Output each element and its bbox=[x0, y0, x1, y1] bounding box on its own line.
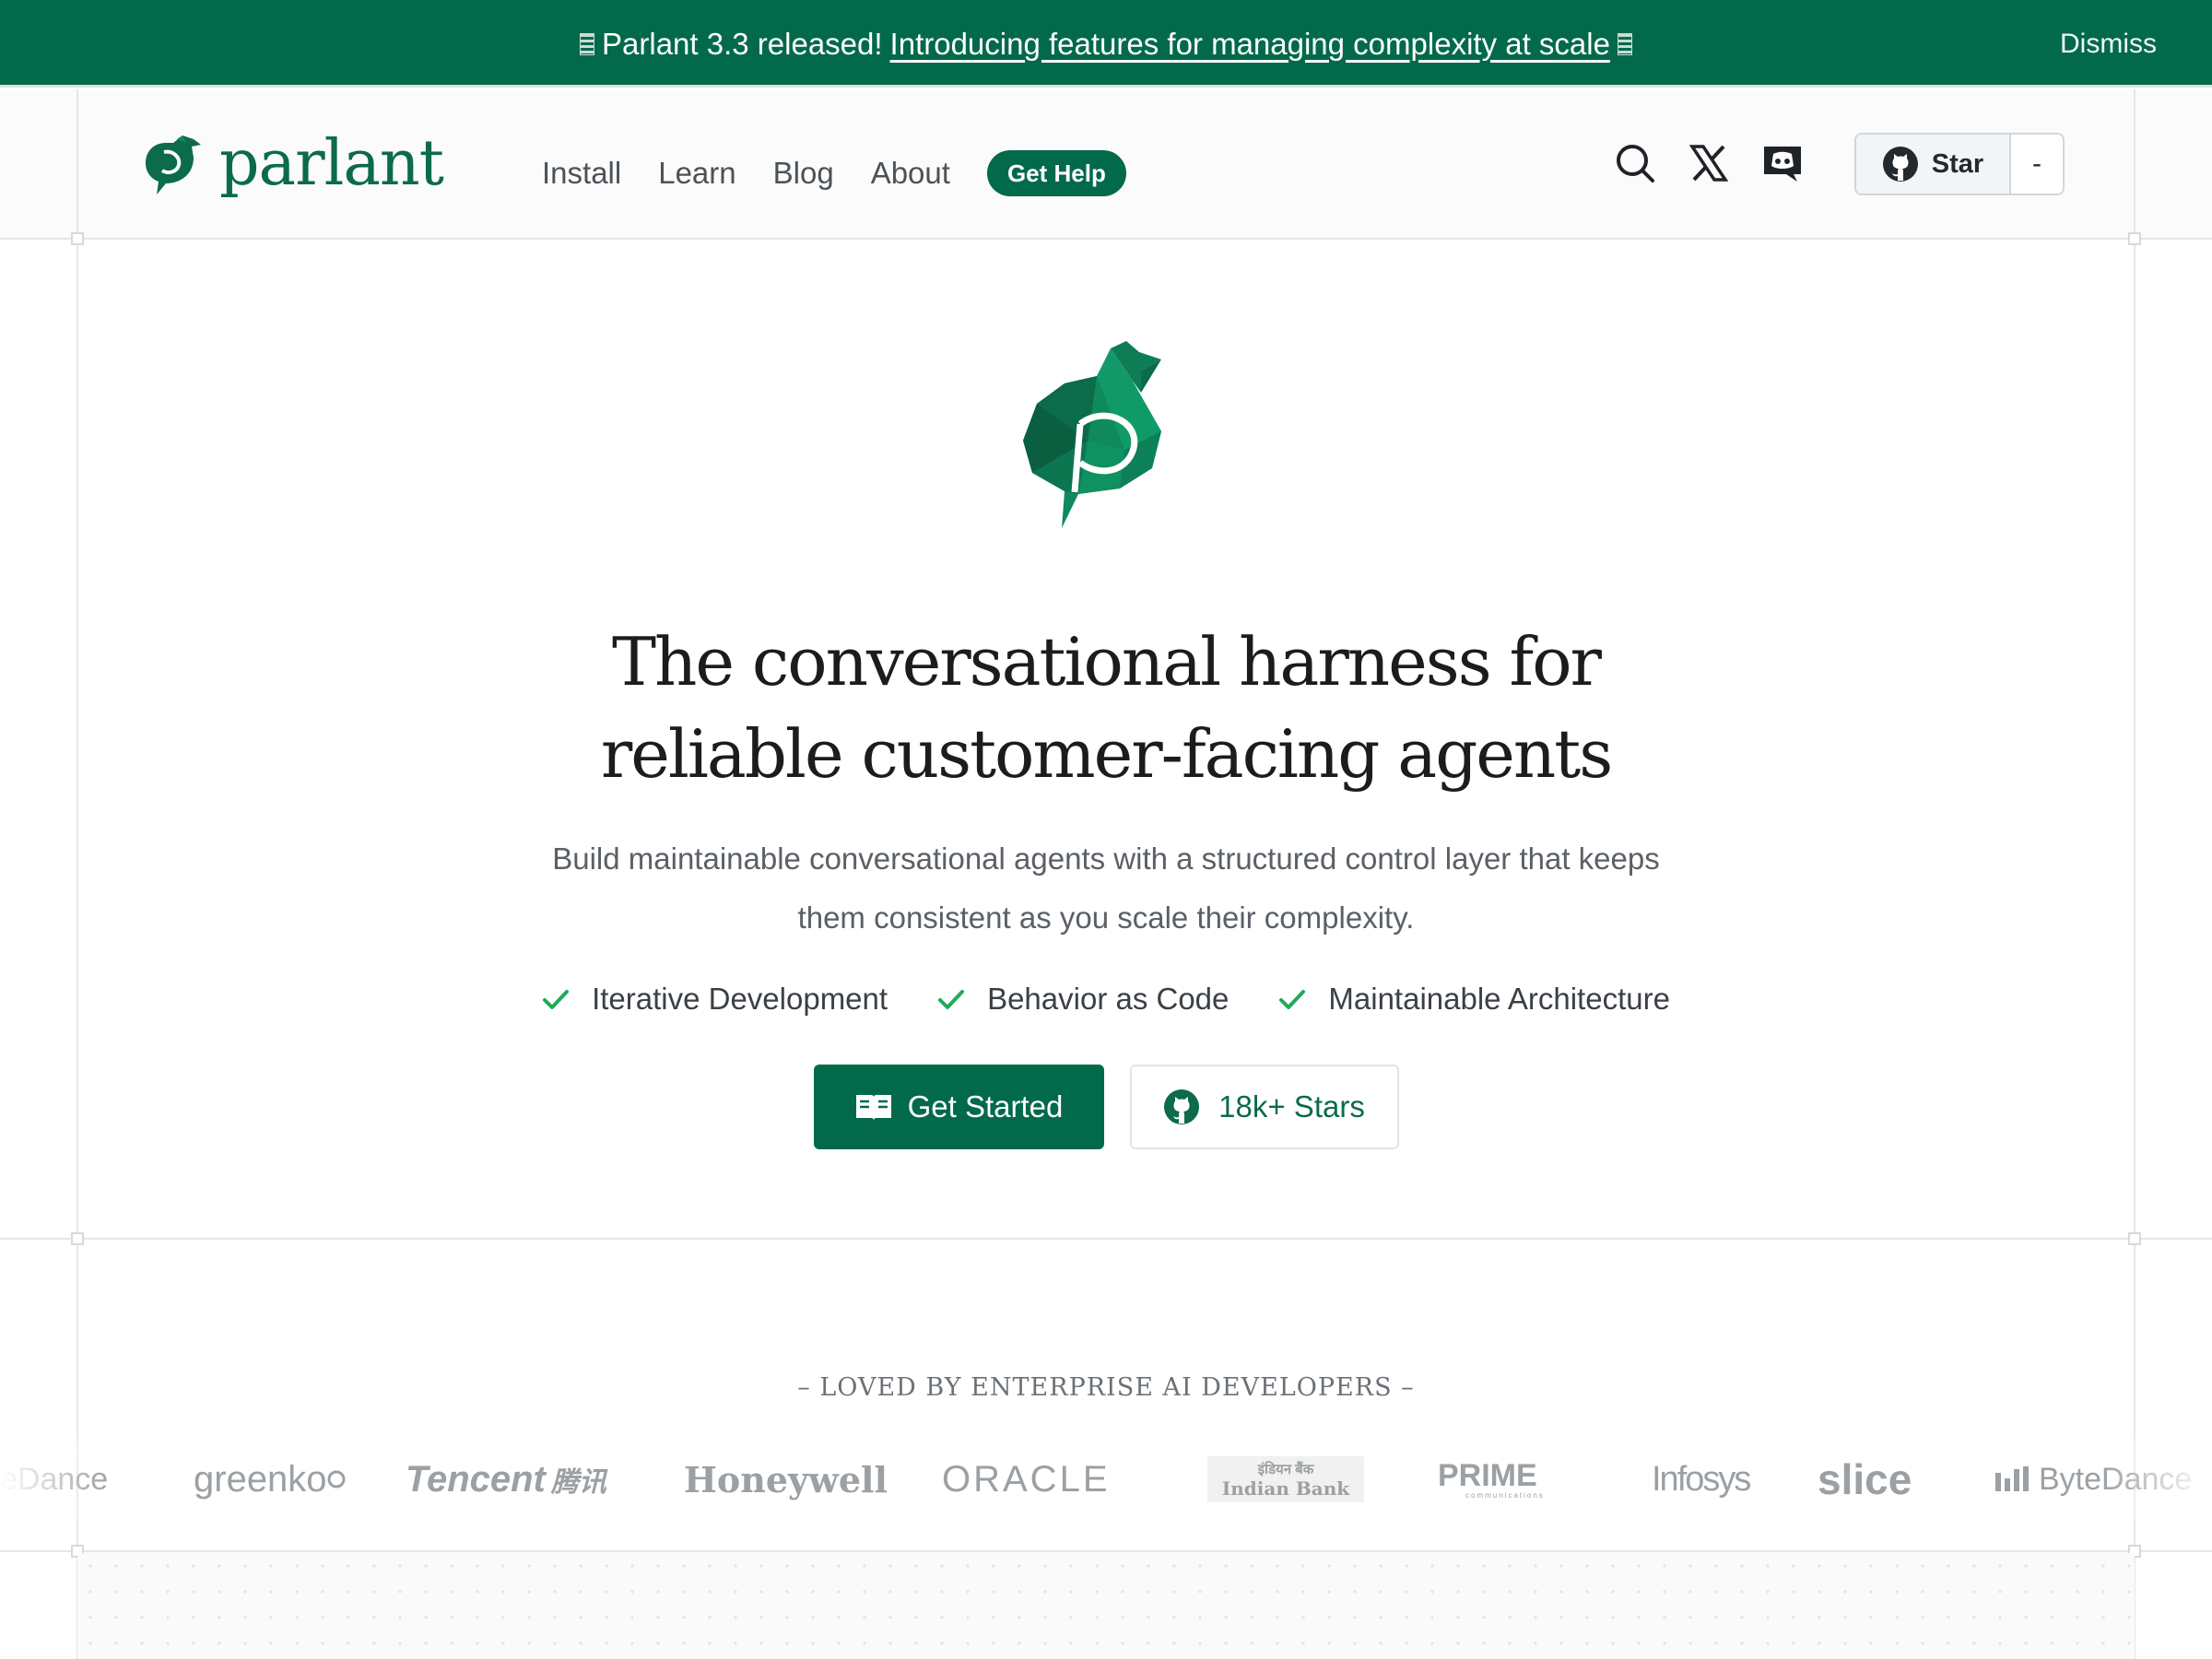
feature-item: Iterative Development bbox=[542, 975, 888, 1023]
loved-by-heading: – LOVED BY ENTERPRISE AI DEVELOPERS – bbox=[797, 1373, 1415, 1402]
logo-indian-bank-text: Indian Bank bbox=[1221, 1477, 1350, 1500]
search-icon[interactable] bbox=[1613, 141, 1657, 185]
logo-infosys: Infosys bbox=[1652, 1459, 1751, 1499]
customer-logos: eDance greenko Tencent 腾讯 Honeywell ORAC… bbox=[0, 1447, 2212, 1512]
banner-decor-right-icon bbox=[1617, 32, 1632, 55]
hero-parlant-logo-icon bbox=[1023, 341, 1161, 528]
check-icon bbox=[1279, 990, 1306, 1009]
greenko-swirl-icon bbox=[327, 1470, 346, 1488]
github-icon bbox=[1164, 1089, 1200, 1124]
check-icon bbox=[938, 990, 965, 1009]
frame-handle bbox=[71, 232, 84, 245]
logo-greenko: greenko bbox=[194, 1447, 346, 1512]
logo-greenko-text: greenko bbox=[194, 1458, 327, 1500]
brand-logo[interactable]: parlant bbox=[146, 126, 444, 200]
banner-prefix: Parlant 3.3 released! bbox=[602, 26, 883, 61]
dismiss-button[interactable]: Dismiss bbox=[2060, 0, 2157, 88]
dotted-background-section bbox=[77, 1553, 2135, 1659]
hero-title-line-2: reliable customer-facing agents bbox=[600, 715, 1613, 793]
book-icon bbox=[855, 1095, 891, 1121]
site-header: parlant Install Learn Blog About Get Hel… bbox=[0, 89, 2212, 240]
banner-message: Parlant 3.3 released! Introducing featur… bbox=[0, 0, 2212, 88]
feature-list: Iterative Development Behavior as Code M… bbox=[0, 975, 2212, 1023]
hero-title: The conversational harness for reliable … bbox=[0, 616, 2212, 800]
github-stars-label: 18k+ Stars bbox=[1218, 1089, 1365, 1124]
frame-handle bbox=[71, 1232, 84, 1245]
star-count: - bbox=[2011, 135, 2063, 194]
logo-tencent-text: Tencent bbox=[406, 1458, 546, 1500]
get-started-label: Get Started bbox=[907, 1089, 1064, 1124]
hero-actions: Get Started 18k+ Stars bbox=[0, 1065, 2212, 1149]
hero-subtitle-line-2: them consistent as you scale their compl… bbox=[797, 900, 1415, 935]
logo-prime-sub: communications bbox=[1465, 1490, 1545, 1500]
x-twitter-icon[interactable] bbox=[1687, 141, 1731, 185]
frame-handle bbox=[2128, 232, 2141, 245]
feature-item: Behavior as Code bbox=[937, 975, 1229, 1023]
hero-title-line-1: The conversational harness for bbox=[612, 623, 1602, 700]
logo-strip-fade-right bbox=[2101, 1438, 2212, 1521]
page: Parlant 3.3 released! Introducing featur… bbox=[0, 0, 2212, 1659]
logo-indian-bank-hindi: इंडियन बैंक bbox=[1257, 1462, 1314, 1477]
logo-strip-fade-left bbox=[0, 1438, 111, 1521]
nav-about[interactable]: About bbox=[871, 156, 950, 191]
get-started-button[interactable]: Get Started bbox=[813, 1065, 1104, 1149]
main-nav: Install Learn Blog About Get Help bbox=[542, 140, 1126, 206]
feature-item: Maintainable Architecture bbox=[1278, 975, 1670, 1023]
logo-prime: PRIME communications bbox=[1438, 1447, 1545, 1512]
github-icon bbox=[1882, 147, 1918, 182]
banner-decor-left-icon bbox=[580, 32, 595, 55]
logo-indian-bank: इंडियन बैंक Indian Bank bbox=[1207, 1456, 1364, 1502]
logo-prime-text: PRIME bbox=[1438, 1457, 1537, 1493]
logo-slice: slice bbox=[1818, 1455, 1912, 1503]
frame-line-right bbox=[2134, 89, 2136, 1659]
bytedance-bars-icon bbox=[1995, 1466, 2029, 1491]
brand-name: parlant bbox=[219, 126, 444, 200]
logo-tencent-cjk: 腾讯 bbox=[550, 1467, 606, 1498]
feature-label: Behavior as Code bbox=[987, 982, 1230, 1016]
parlant-bird-icon bbox=[146, 135, 201, 194]
star-label: Star bbox=[1931, 148, 1984, 179]
logo-honeywell: Honeywell bbox=[684, 1458, 888, 1500]
logo-oracle: ORACLE bbox=[942, 1458, 1111, 1500]
hero-subtitle: Build maintainable conversational agents… bbox=[516, 830, 1696, 947]
frame-handle bbox=[2128, 1232, 2141, 1245]
check-icon bbox=[543, 990, 570, 1009]
discord-icon[interactable] bbox=[1760, 141, 1805, 185]
github-stars-button[interactable]: 18k+ Stars bbox=[1129, 1065, 1399, 1149]
hero-subtitle-line-1: Build maintainable conversational agents… bbox=[552, 841, 1660, 876]
github-star-widget: Star - bbox=[1854, 133, 2065, 195]
nav-blog[interactable]: Blog bbox=[773, 156, 834, 191]
logo-tencent: Tencent 腾讯 bbox=[406, 1447, 606, 1512]
github-star-button[interactable]: Star bbox=[1856, 135, 2011, 194]
frame-line-lower bbox=[0, 1550, 2212, 1552]
feature-label: Maintainable Architecture bbox=[1328, 982, 1670, 1016]
get-help-button[interactable]: Get Help bbox=[986, 150, 1126, 196]
frame-line-middle bbox=[0, 1238, 2212, 1240]
nav-install[interactable]: Install bbox=[542, 156, 621, 191]
frame-line-left bbox=[76, 89, 78, 1659]
banner-link[interactable]: Introducing features for managing comple… bbox=[890, 27, 1610, 62]
nav-learn[interactable]: Learn bbox=[658, 156, 735, 191]
feature-label: Iterative Development bbox=[592, 982, 888, 1016]
announcement-banner: Parlant 3.3 released! Introducing featur… bbox=[0, 0, 2212, 88]
